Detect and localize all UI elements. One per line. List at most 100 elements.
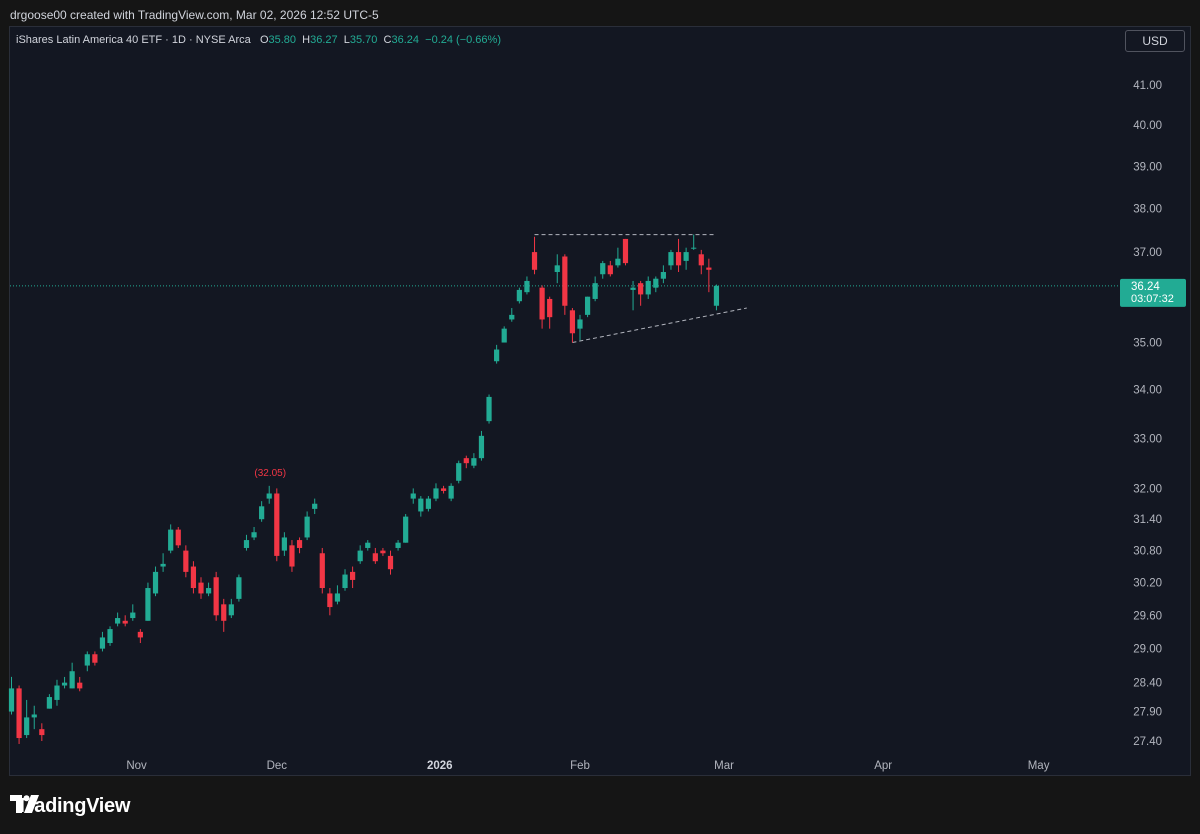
candle-body [327,593,333,608]
candle-body [448,485,454,499]
candle-body [440,488,447,491]
candle-body [84,654,90,666]
candle-body [92,654,98,663]
candle-body [562,256,568,306]
candle-body [607,265,613,275]
candle-body [509,314,515,320]
candle-body [266,493,272,499]
candle-body [251,532,257,538]
candle-body [478,435,485,459]
support-trendline [572,307,747,344]
candle-body [16,688,22,739]
candle-body [77,682,83,689]
candle-body [577,319,583,329]
y-tick-label: 32.00 [1133,483,1162,495]
candle-body [675,252,682,266]
price-tag-value: 36.24 [1131,281,1160,293]
y-tick-label: 27.40 [1133,736,1162,748]
candle-body [198,582,204,594]
candle-body [46,697,52,709]
candle-body [221,604,227,621]
open-label: O [259,34,269,46]
candle-body [122,620,128,624]
candle-body [205,588,212,594]
candle-body [213,577,219,616]
candle-body [183,550,189,572]
candle-body [31,714,37,718]
y-tick-label: 41.00 [1133,80,1162,92]
candle-body [190,566,197,589]
candle-body [99,637,106,649]
x-tick-label: 2026 [427,760,453,772]
y-tick-label: 30.20 [1133,578,1162,590]
candle-body [516,289,522,302]
y-tick-label: 40.00 [1133,120,1162,132]
candle-body [69,671,75,689]
candle-body [622,238,629,264]
candle-body [494,349,500,362]
candle-body [387,555,394,570]
y-tick-label: 29.60 [1133,610,1162,622]
y-tick-label: 30.80 [1133,546,1162,558]
candle-body [236,577,242,599]
y-tick-label: 33.00 [1133,433,1162,445]
candle-body [471,458,477,466]
x-tick-label: Apr [874,760,892,772]
candle-body [357,550,363,562]
candle-body [501,328,507,343]
candle-body [660,272,666,279]
candle-body [584,296,591,315]
y-tick-label: 35.00 [1133,338,1162,350]
x-tick-label: Feb [570,760,590,772]
y-tick-label: 29.00 [1133,644,1162,656]
candle-body [372,553,378,562]
candle-body [539,287,545,320]
close-value: 36.24 [391,34,420,46]
y-tick-label: 27.90 [1133,707,1162,719]
candle-body [289,545,295,567]
symbol-legend[interactable]: iShares Latin America 40 ETF · 1D · NYSE… [16,34,501,46]
y-tick-label: 37.00 [1133,247,1162,259]
candle-body [334,593,341,602]
candle-body [304,516,310,538]
candle-body [296,540,303,548]
candle-body [554,265,560,273]
close-label: C [383,34,392,46]
candle-body [425,498,431,509]
symbol-name: iShares Latin America 40 ETF · 1D · NYSE… [16,34,251,46]
candlestick-chart[interactable]: (32.05) 41.0040.0039.0038.0037.0036.0035… [0,0,1200,834]
candle-body [547,298,553,318]
candle-body [653,278,659,288]
candle-body [24,717,30,736]
candle-body [486,396,492,422]
footer [0,776,1200,834]
candle-body [456,463,462,481]
high-annotation: (32.05) [254,468,286,479]
candle-body [243,540,250,548]
candle-body [8,688,15,712]
candle-body [228,604,234,616]
x-tick-label: May [1028,760,1050,772]
candle-body [342,574,348,589]
tradingview-logo[interactable]: TradingView [10,795,130,817]
candle-body [713,285,720,306]
open-value: 35.80 [268,34,297,46]
candle-body [706,267,712,270]
candle-body [630,287,636,290]
candle-body [683,252,689,261]
candle-body [130,612,136,619]
candle-body [54,685,60,700]
candle-body [137,631,143,638]
candle-body [463,458,469,464]
candle-body [281,537,287,551]
high-label: H [302,34,311,46]
candle-body [175,529,181,546]
currency-button[interactable]: USD [1125,30,1185,52]
candle-body [350,571,356,580]
candle-body [145,588,151,621]
candle-body [592,283,598,299]
candle-body [61,682,68,686]
low-value: 35.70 [349,34,378,46]
candle-body [615,258,621,266]
candle-body [152,571,159,594]
